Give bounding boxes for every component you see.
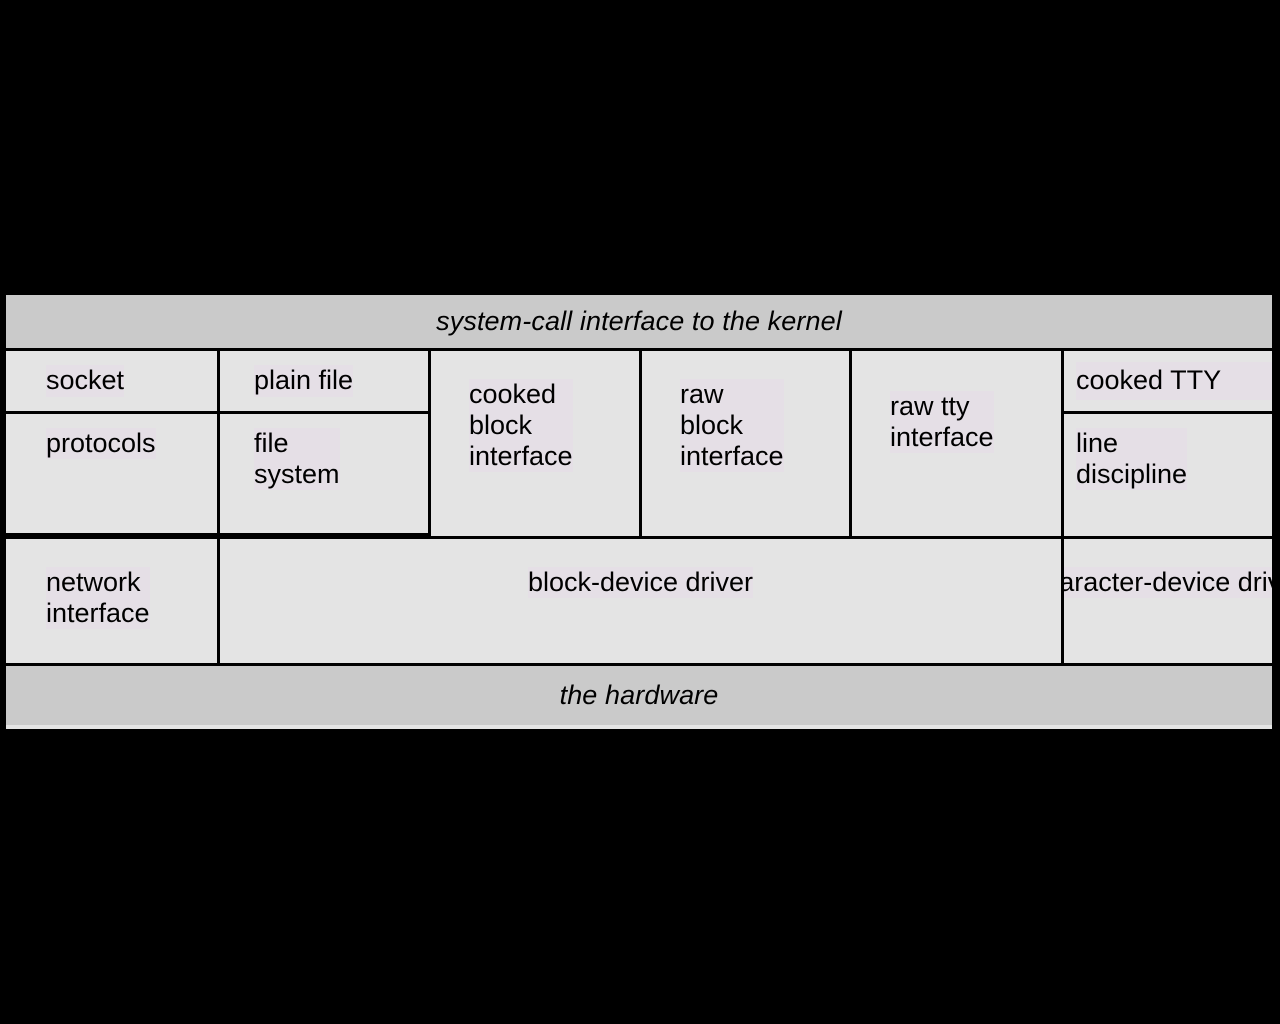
raw-block-interface-label: raw block interface [680,379,784,473]
socket-label: socket [46,365,125,397]
network-interface-label: network interface [46,567,150,630]
cell-network-interface: network interface [6,536,220,663]
file-system-label: file system [254,428,340,491]
cell-line-discipline: line discipline [1064,414,1272,536]
system-call-interface-label: system-call interface to the kernel [436,306,842,336]
cell-plain-file: plain file [220,351,431,414]
protocols-label: protocols [46,428,156,460]
cell-block-device-driver: block-device driver [220,536,1064,663]
cell-file-system: file system [220,414,431,536]
cell-socket: socket [6,351,220,414]
block-device-driver-label: block-device driver [527,567,754,599]
plain-file-label: plain file [254,365,354,397]
hardware-banner: the hardware [6,663,1272,725]
system-call-interface-banner: system-call interface to the kernel [6,295,1272,351]
cooked-tty-label: cooked TTY [1076,362,1272,400]
diagram-grid: system-call interface to the kernel sock… [6,295,1272,729]
cell-cooked-tty: cooked TTY [1064,351,1272,414]
cell-raw-tty-interface: raw tty interface [852,351,1064,536]
raw-tty-interface-label: raw tty interface [890,391,994,454]
cell-protocols: protocols [6,414,220,536]
character-device-driver-label: character-device driver [1064,567,1272,599]
unix-kernel-architecture-diagram: system-call interface to the kernel sock… [1,290,1277,734]
cell-character-device-driver: character-device driver [1064,536,1272,663]
line-discipline-label: line discipline [1076,428,1188,491]
cell-raw-block-interface: raw block interface [642,351,852,536]
cell-cooked-block-interface: cooked block interface [431,351,642,536]
cooked-block-interface-label: cooked block interface [469,379,573,473]
hardware-label: the hardware [559,680,719,710]
